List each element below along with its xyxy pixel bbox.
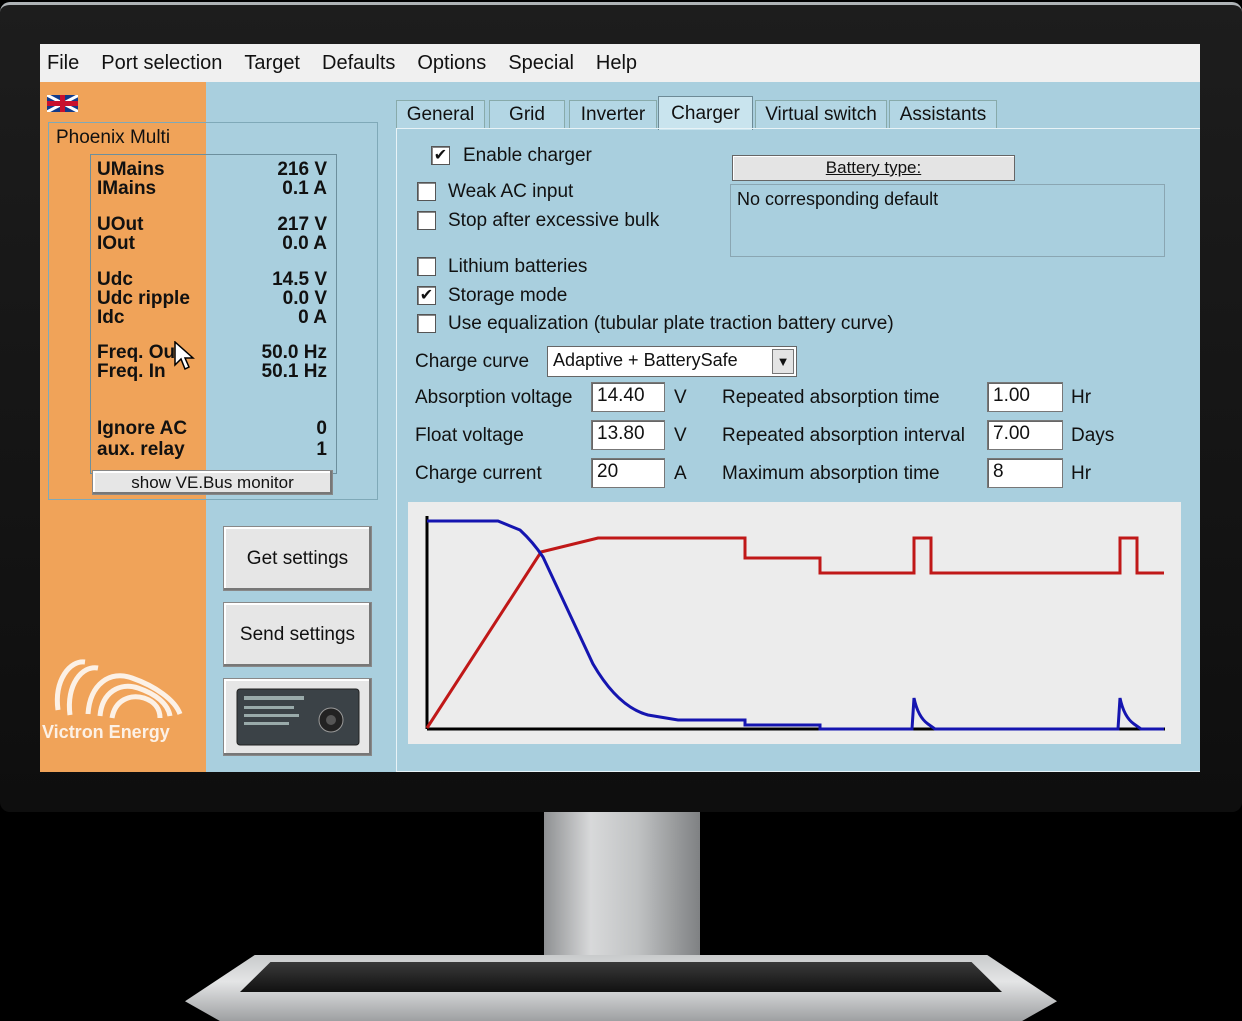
remote-panel-button[interactable]: [223, 678, 372, 756]
float-voltage-field[interactable]: 13.80: [591, 420, 665, 450]
svg-text:Victron Energy: Victron Energy: [42, 722, 170, 742]
repeated-absorption-interval-field[interactable]: 7.00: [987, 420, 1063, 450]
charge-curve-select[interactable]: Adaptive + BatterySafe ▼: [547, 346, 797, 377]
repeated-absorption-time-unit: Hr: [1071, 387, 1092, 408]
charge-curve-graph: [408, 502, 1181, 744]
charge-curve-label: Charge curve: [415, 351, 530, 372]
repeated-absorption-time-label: Repeated absorption time: [722, 387, 940, 408]
enable-charger-label: Enable charger: [463, 145, 592, 166]
tab-general[interactable]: General: [396, 100, 485, 128]
repeated-absorption-interval-label: Repeated absorption interval: [722, 425, 965, 446]
mouse-cursor-icon: [174, 341, 195, 371]
app-window: File Port selection Target Defaults Opti…: [40, 44, 1200, 772]
menu-file[interactable]: File: [40, 52, 92, 75]
remote-panel-icon: [236, 688, 359, 746]
current-curve: [427, 519, 1164, 731]
victron-energy-logo: Victron Energy: [42, 659, 183, 742]
charge-current-field[interactable]: 20: [591, 458, 665, 488]
menu-special[interactable]: Special: [501, 52, 587, 75]
voltage-curve: [425, 536, 1164, 729]
battery-type-button[interactable]: Battery type:: [732, 155, 1015, 181]
tab-assistants[interactable]: Assistants: [889, 100, 997, 128]
float-voltage-unit: V: [674, 425, 687, 446]
show-vebus-monitor-button[interactable]: show VE.Bus monitor: [92, 470, 333, 495]
charge-current-label: Charge current: [415, 463, 542, 484]
absorption-voltage-field[interactable]: 14.40: [591, 382, 665, 412]
menu-defaults[interactable]: Defaults: [315, 52, 408, 75]
menu-options[interactable]: Options: [410, 52, 499, 75]
absorption-voltage-unit: V: [674, 387, 687, 408]
weak-ac-input-label: Weak AC input: [448, 181, 574, 202]
menu-target[interactable]: Target: [237, 52, 313, 75]
device-title: Phoenix Multi: [56, 127, 171, 148]
monitor-stand-base-shadow: [240, 962, 1002, 992]
absorption-voltage-label: Absorption voltage: [415, 387, 573, 408]
menu-help[interactable]: Help: [589, 52, 650, 75]
float-voltage-label: Float voltage: [415, 425, 524, 446]
send-settings-button[interactable]: Send settings: [223, 602, 372, 667]
monitor-stand-neck: [544, 812, 700, 962]
stop-after-excessive-bulk-label: Stop after excessive bulk: [448, 210, 660, 231]
repeated-absorption-time-field[interactable]: 1.00: [987, 382, 1063, 412]
tab-virtual-switch[interactable]: Virtual switch: [755, 100, 887, 128]
chevron-down-icon[interactable]: ▼: [772, 349, 794, 374]
menu-bar: File Port selection Target Defaults Opti…: [40, 44, 1200, 82]
repeated-absorption-interval-unit: Days: [1071, 425, 1115, 446]
use-equalization-checkbox[interactable]: [417, 314, 436, 333]
uk-flag-icon[interactable]: [47, 95, 78, 112]
storage-mode-label: Storage mode: [448, 285, 568, 306]
weak-ac-input-checkbox[interactable]: [417, 182, 436, 201]
menu-port-selection[interactable]: Port selection: [94, 52, 235, 75]
enable-charger-checkbox[interactable]: ✔: [431, 146, 450, 165]
stop-after-excessive-bulk-checkbox[interactable]: [417, 211, 436, 230]
use-equalization-label: Use equalization (tubular plate traction…: [448, 313, 894, 334]
maximum-absorption-time-field[interactable]: 8: [987, 458, 1063, 488]
tab-charger[interactable]: Charger: [658, 96, 753, 130]
lithium-batteries-label: Lithium batteries: [448, 256, 588, 277]
battery-type-description: No corresponding default: [730, 184, 1165, 257]
tab-inverter[interactable]: Inverter: [569, 100, 657, 128]
charge-current-unit: A: [674, 463, 687, 484]
tab-grid[interactable]: Grid: [489, 100, 565, 128]
maximum-absorption-time-unit: Hr: [1071, 463, 1092, 484]
storage-mode-checkbox[interactable]: ✔: [417, 286, 436, 305]
get-settings-button[interactable]: Get settings: [223, 526, 372, 591]
maximum-absorption-time-label: Maximum absorption time: [722, 463, 940, 484]
lithium-batteries-checkbox[interactable]: [417, 257, 436, 276]
